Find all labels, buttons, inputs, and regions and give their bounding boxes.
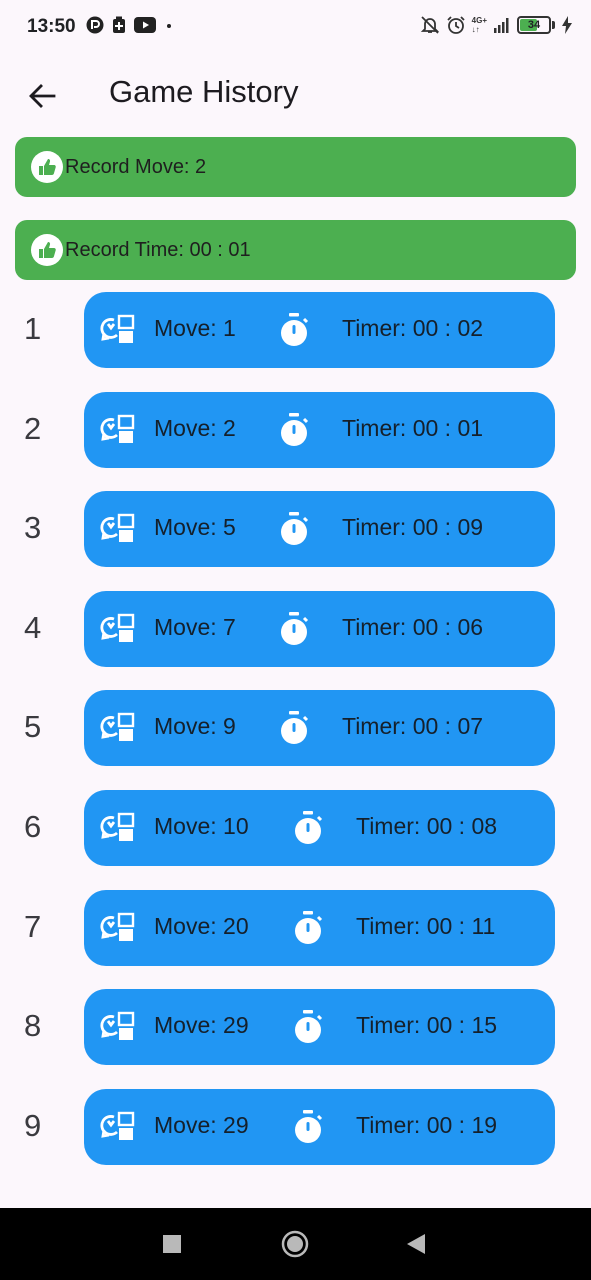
stopwatch-icon [278,710,310,746]
history-row: 2 Move: 2 Timer: 00 : 01 [0,391,591,468]
history-row: 3 Move: 5 Timer: 00 : 09 [0,491,591,568]
app-bar: Game History [0,56,591,132]
swap-move-icon [100,1011,136,1043]
move-count: Move: 1 [154,315,236,341]
system-nav-bar [0,1208,591,1280]
stopwatch-icon [292,1009,324,1045]
system-icons: 4G+ ↓↑ 34 [420,15,573,35]
battery-tip [552,21,555,29]
record-time-label: Record Time: 00 : 01 [65,238,251,261]
history-row: 1 Move: 1 Timer: 00 : 02 [0,292,591,368]
record-move-label: Record Move: 2 [65,155,207,178]
youtube-icon [134,17,156,33]
move-count: Move: 7 [154,613,236,640]
square-icon [163,1235,181,1253]
triangle-back-icon [407,1234,425,1254]
history-index: 3 [24,510,42,546]
dot-icon [167,24,171,28]
history-index: 9 [24,1107,42,1143]
move-count: Move: 29 [154,1012,249,1039]
arrow-back-icon [29,84,56,108]
timer-value: Timer: 00 : 07 [342,713,484,740]
timer-value: Timer: 00 : 15 [356,1012,498,1039]
move-count: Move: 2 [154,414,236,441]
stopwatch-icon [292,910,324,946]
history-card[interactable]: Move: 7 Timer: 00 : 06 [84,590,555,667]
record-time-card: Record Time: 00 : 01 [15,220,576,280]
move-count: Move: 9 [154,713,236,740]
page-title: Game History [109,74,299,109]
swap-move-icon [100,613,136,645]
back-button[interactable] [20,76,64,116]
history-index: 8 [24,1008,42,1044]
history-card[interactable]: Move: 5 Timer: 00 : 09 [84,491,555,568]
battery-icon: 34 [517,16,551,34]
history-row: 7 Move: 20 Timer: 00 : 11 [0,889,591,966]
history-index: 4 [24,609,42,645]
history-row: 6 Move: 10 Timer: 00 : 08 [0,790,591,866]
history-index: 5 [24,709,42,745]
timer-value: Timer: 00 : 19 [356,1111,498,1138]
swap-move-icon [100,712,136,744]
home-circle-icon [281,1230,309,1258]
history-index: 2 [24,410,42,446]
timer-value: Timer: 00 : 01 [342,414,484,441]
timer-value: Timer: 00 : 09 [342,514,484,541]
signal-icon [494,18,509,33]
network-label: 4G+ [471,16,487,25]
stopwatch-icon [278,611,310,647]
history-index: 1 [24,311,42,346]
history-card[interactable]: Move: 1 Timer: 00 : 02 [84,292,555,368]
stopwatch-icon [278,412,310,448]
history-card[interactable]: Move: 29 Timer: 00 : 15 [84,989,555,1066]
timer-value: Timer: 00 : 08 [356,813,498,839]
alarm-icon [447,16,465,34]
record-move-card: Record Move: 2 [15,137,576,197]
battery-saver-icon [113,16,125,33]
timer-value: Timer: 00 : 11 [356,912,496,939]
move-count: Move: 29 [154,1111,249,1138]
history-card[interactable]: Move: 20 Timer: 00 : 11 [84,889,555,966]
stopwatch-icon [278,511,310,547]
network-arrows: ↓↑ [471,25,480,34]
history-row: 9 Move: 29 Timer: 00 : 19 [0,1088,591,1165]
recents-button[interactable] [163,1235,181,1258]
stopwatch-icon [292,810,324,846]
stopwatch-icon [278,312,310,348]
thumb-up-icon [31,151,63,183]
swap-move-icon [100,912,136,944]
history-card[interactable]: Move: 9 Timer: 00 : 07 [84,690,555,767]
history-card[interactable]: Move: 29 Timer: 00 : 19 [84,1088,555,1165]
network-type: 4G+ ↓↑ [472,16,487,34]
battery-level: 34 [527,19,541,31]
charging-bolt-icon [562,16,572,34]
swap-move-icon [100,513,136,545]
history-card[interactable]: Move: 10 Timer: 00 : 08 [84,790,555,866]
swap-move-icon [100,414,136,446]
bell-off-icon [420,16,439,34]
timer-value: Timer: 00 : 02 [342,315,484,341]
swap-move-icon [100,314,136,346]
history-row: 5 Move: 9 Timer: 00 : 07 [0,690,591,767]
move-count: Move: 10 [154,813,249,839]
pocket-casts-icon [86,16,104,34]
timer-value: Timer: 00 : 06 [342,613,484,640]
status-bar: 13:50 4G+ ↓↑ 34 [0,0,591,52]
history-row: 8 Move: 29 Timer: 00 : 15 [0,989,591,1066]
move-count: Move: 5 [154,514,236,541]
thumb-up-icon [31,234,63,266]
status-time: 13:50 [27,16,76,37]
stopwatch-icon [292,1109,324,1145]
history-index: 7 [24,908,42,944]
back-nav-button[interactable] [407,1234,425,1259]
notification-icons [86,16,174,34]
swap-move-icon [100,812,136,844]
home-button[interactable] [281,1230,309,1263]
history-row: 4 Move: 7 Timer: 00 : 06 [0,590,591,667]
history-index: 6 [24,809,42,844]
swap-move-icon [100,1111,136,1143]
history-card[interactable]: Move: 2 Timer: 00 : 01 [84,391,555,468]
move-count: Move: 20 [154,912,249,939]
